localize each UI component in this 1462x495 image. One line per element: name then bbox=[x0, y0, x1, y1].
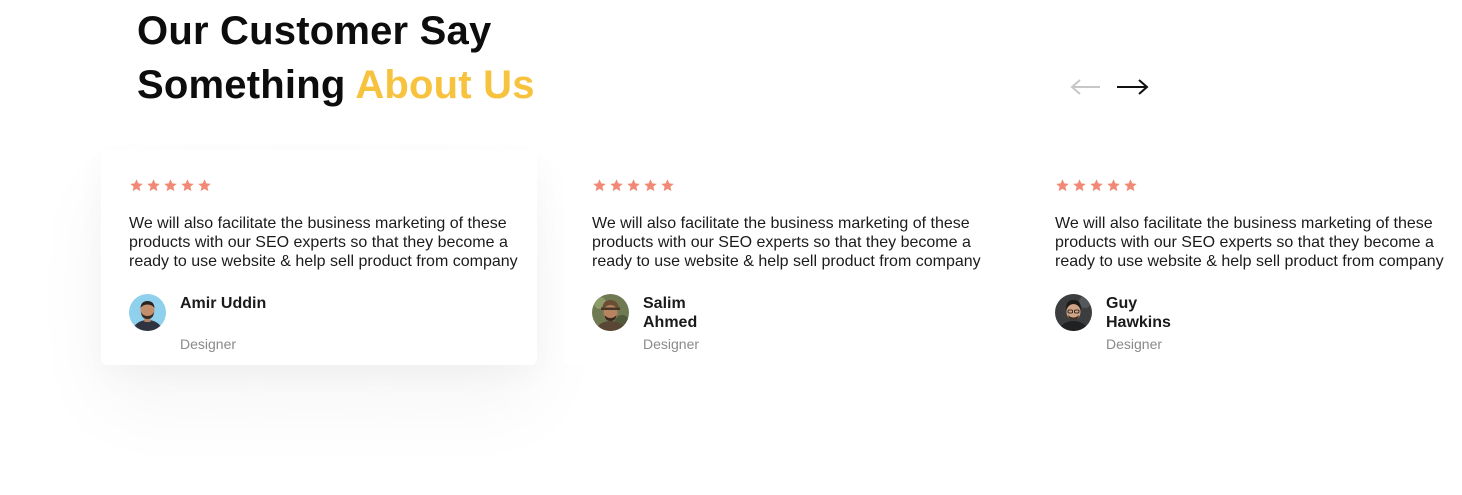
section-title: Our Customer Say Something About Us bbox=[137, 4, 537, 112]
testimonial-quote: We will also facilitate the business mar… bbox=[129, 215, 518, 270]
star-icon bbox=[147, 179, 160, 192]
carousel-prev-button[interactable] bbox=[1066, 72, 1106, 102]
star-rating bbox=[129, 178, 212, 193]
star-rating bbox=[1055, 178, 1138, 193]
carousel-next-button[interactable] bbox=[1112, 72, 1152, 102]
testimonials-section: Our Customer Say Something About Us We w… bbox=[0, 0, 1462, 495]
testimonial-card: We will also facilitate the business mar… bbox=[564, 150, 1000, 365]
star-rating bbox=[592, 178, 675, 193]
star-icon bbox=[1107, 179, 1120, 192]
star-icon bbox=[1090, 179, 1103, 192]
star-icon bbox=[130, 179, 143, 192]
star-icon bbox=[610, 179, 623, 192]
star-icon bbox=[164, 179, 177, 192]
author-role: Designer bbox=[180, 336, 237, 352]
arrow-right-icon bbox=[1117, 79, 1149, 95]
star-icon bbox=[181, 179, 194, 192]
testimonial-quote: We will also facilitate the business mar… bbox=[592, 215, 981, 270]
star-icon bbox=[627, 179, 640, 192]
author-name: Salim Ahmed bbox=[643, 295, 698, 331]
author-name: Guy Hawkins bbox=[1106, 295, 1171, 331]
testimonial-card: We will also facilitate the business mar… bbox=[1027, 150, 1462, 365]
testimonial-card: We will also facilitate the business mar… bbox=[101, 150, 537, 365]
star-icon bbox=[1124, 179, 1137, 192]
star-icon bbox=[593, 179, 606, 192]
avatar bbox=[1055, 294, 1092, 331]
author-role: Designer bbox=[643, 336, 700, 352]
star-icon bbox=[1073, 179, 1086, 192]
star-icon bbox=[198, 179, 211, 192]
avatar bbox=[592, 294, 629, 331]
arrow-left-icon bbox=[1070, 79, 1100, 95]
author-role: Designer bbox=[1106, 336, 1163, 352]
testimonial-quote: We will also facilitate the business mar… bbox=[1055, 215, 1444, 270]
star-icon bbox=[661, 179, 674, 192]
star-icon bbox=[1056, 179, 1069, 192]
author-name: Amir Uddin bbox=[180, 295, 267, 312]
avatar bbox=[129, 294, 166, 331]
section-title-accent: About Us bbox=[355, 63, 535, 107]
star-icon bbox=[644, 179, 657, 192]
